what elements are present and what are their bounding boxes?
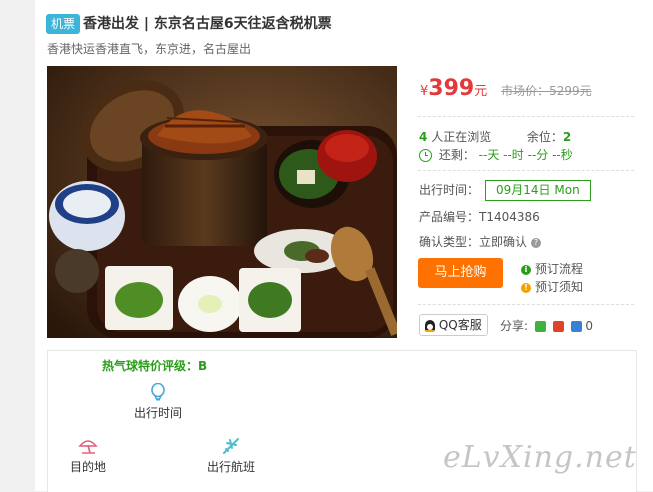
price-row: ¥399元 市场价：5299元 <box>420 76 592 101</box>
remaining-count: 2 <box>562 130 572 144</box>
warning-icon: ! <box>521 282 531 293</box>
booking-notice-link[interactable]: ! 预订须知 <box>521 278 583 295</box>
countdown-value: --天 --时 --分 --秒 <box>478 148 573 162</box>
feature-depart-time-label: 出行时间 <box>134 406 183 420</box>
confirm-type: 立即确认 <box>479 235 528 249</box>
info-icon: i <box>521 264 531 275</box>
feature-flight-label: 出行航班 <box>207 460 256 474</box>
weibo-icon[interactable] <box>552 321 564 332</box>
booking-notice-label: 预订须知 <box>535 280 584 294</box>
airplane-icon <box>223 438 239 454</box>
product-subtitle: 香港快运香港直飞，东京进，名古屋出 <box>47 42 252 56</box>
countdown-label: 还剩： <box>438 148 475 162</box>
hot-air-balloon-icon <box>151 382 165 401</box>
divider <box>418 116 634 117</box>
umbrella-icon <box>78 440 98 454</box>
hitsumabushi-meal-photo <box>47 66 397 338</box>
feature-depart-time[interactable]: 出行时间 <box>134 382 183 421</box>
depart-label: 出行时间： <box>419 183 480 197</box>
share-count: 0 <box>585 319 593 333</box>
clock-icon <box>419 149 432 162</box>
remaining-label: 余位： <box>526 130 563 144</box>
qq-penguin-icon <box>425 319 435 332</box>
viewers-count: 4 <box>419 130 428 144</box>
feature-destination-label: 目的地 <box>70 460 107 474</box>
category-tag: 机票 <box>46 14 81 34</box>
site-watermark: eLvXing.net <box>443 440 637 475</box>
market-price: 市场价：5299元 <box>501 84 592 98</box>
feature-destination[interactable]: 目的地 <box>70 437 106 475</box>
product-photo[interactable] <box>47 66 397 338</box>
countdown-row: 还剩： --天 --时 --分 --秒 <box>419 146 573 163</box>
product-code: T1404386 <box>479 210 540 224</box>
viewers-text: 人正在浏览 <box>431 130 492 144</box>
depart-row: 出行时间： 09月14日 Mon <box>419 180 591 201</box>
depart-date-select[interactable]: 09月14日 Mon <box>485 180 591 201</box>
share-row: 分享: 0 <box>500 317 593 334</box>
share-label: 分享: <box>500 319 529 333</box>
qq-service-button[interactable]: QQ客服 <box>419 314 488 336</box>
product-title[interactable]: 香港出发 | 东京名古屋6天往返含税机票 <box>83 14 332 34</box>
confirm-row: 确认类型：立即确认? <box>419 233 542 250</box>
divider <box>418 170 634 171</box>
code-label: 产品编号： <box>419 210 480 224</box>
sale-price: 399 <box>428 76 475 101</box>
qq-label: QQ客服 <box>438 318 482 332</box>
qzone-icon[interactable] <box>570 321 582 332</box>
wechat-icon[interactable] <box>534 321 546 332</box>
booking-flow-label: 预订流程 <box>535 262 584 276</box>
buy-now-button[interactable]: 马上抢购 <box>418 258 503 288</box>
price-rating: 热气球特价评级：B <box>102 359 208 373</box>
feature-flight[interactable]: 出行航班 <box>207 437 255 475</box>
price-unit: 元 <box>474 84 488 99</box>
code-row: 产品编号：T1404386 <box>419 208 540 225</box>
booking-flow-link[interactable]: i 预订流程 <box>521 260 583 277</box>
help-icon[interactable]: ? <box>531 237 542 248</box>
viewers-row: 4 人正在浏览 余位：2 <box>419 128 571 145</box>
divider <box>418 304 634 305</box>
confirm-label: 确认类型： <box>419 235 480 249</box>
product-card: 机票 香港出发 | 东京名古屋6天往返含税机票 香港快运香港直飞，东京进，名古屋… <box>35 0 653 492</box>
